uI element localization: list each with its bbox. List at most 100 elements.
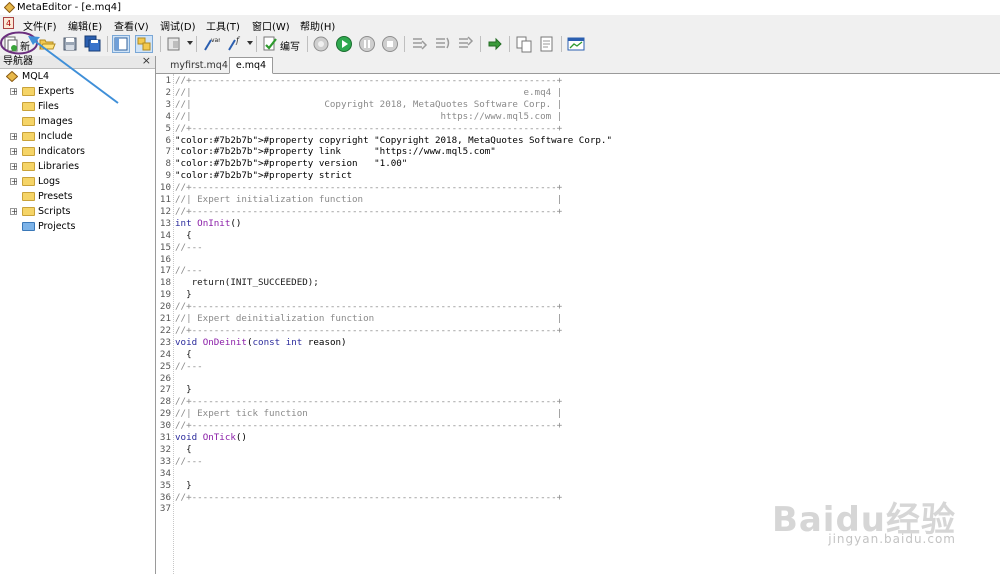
go-to-icon[interactable]: [486, 35, 504, 53]
code-line[interactable]: "color:#7b2b7b">#property link "https://…: [175, 146, 496, 158]
code-line[interactable]: //+-------------------------------------…: [175, 206, 562, 218]
tab-e-mq4[interactable]: e.mq4: [229, 57, 273, 74]
code-line[interactable]: //| Expert initialization function |: [175, 194, 562, 206]
code-line[interactable]: }: [175, 289, 192, 301]
tree-item-indicators[interactable]: + Indicators: [0, 144, 150, 159]
code-line[interactable]: //---: [175, 361, 203, 373]
styler-icon[interactable]: [166, 35, 184, 53]
code-line[interactable]: "color:#7b2b7b">#property version "1.00": [175, 158, 407, 170]
tree-item-presets[interactable]: Presets: [0, 189, 150, 204]
close-icon[interactable]: ×: [142, 55, 151, 67]
line-number: 10: [159, 182, 171, 194]
code-line[interactable]: //| https://www.mql5.com |: [175, 111, 562, 123]
code-line[interactable]: }: [175, 384, 192, 396]
code-line[interactable]: //+-------------------------------------…: [175, 325, 562, 337]
expand-icon[interactable]: +: [10, 88, 18, 96]
code-line[interactable]: //---: [175, 456, 203, 468]
tree-item-images[interactable]: Images: [0, 114, 150, 129]
line-number: 12: [159, 205, 171, 217]
code-line[interactable]: void OnDeinit(const int reason): [175, 337, 347, 349]
code-line[interactable]: "color:#7b2b7b">#property copyright "Cop…: [175, 135, 612, 147]
tree-item-projects[interactable]: Projects: [0, 219, 150, 234]
menu-edit[interactable]: 编辑(E): [68, 18, 102, 33]
tree-item-libraries[interactable]: + Libraries: [0, 159, 150, 174]
code-line[interactable]: //| Copyright 2018, MetaQuotes Software …: [175, 99, 562, 111]
line-number: 11: [159, 194, 171, 205]
line-number: 16: [159, 253, 171, 265]
toolbar-separator: [160, 36, 161, 52]
code-line[interactable]: void OnTick(): [175, 432, 247, 444]
open-folder-icon[interactable]: [38, 35, 56, 53]
navigator-toggle-button[interactable]: [112, 35, 130, 53]
code-line[interactable]: }: [175, 480, 192, 492]
code-line[interactable]: int OnInit(): [175, 218, 241, 230]
code-line[interactable]: //---: [175, 242, 203, 254]
document-icon[interactable]: 4: [3, 17, 14, 29]
code-line[interactable]: {: [175, 444, 192, 456]
line-number: 23: [159, 336, 171, 348]
step-icon[interactable]: [312, 35, 330, 53]
tree-item-logs[interactable]: + Logs: [0, 174, 150, 189]
line-number: 5: [165, 122, 171, 134]
folder-icon: [22, 162, 35, 171]
insert-variable-icon[interactable]: var: [202, 35, 220, 53]
step-over-icon[interactable]: [433, 35, 451, 53]
expand-icon[interactable]: +: [10, 178, 18, 186]
tree-item-include[interactable]: + Include: [0, 129, 150, 144]
menu-window[interactable]: 窗口(W): [252, 18, 290, 33]
code-line[interactable]: //---: [175, 265, 203, 277]
code-line[interactable]: //+-------------------------------------…: [175, 123, 562, 135]
code-line[interactable]: //+-------------------------------------…: [175, 75, 562, 87]
toolbar-separator: [307, 36, 308, 52]
code-line[interactable]: //+-------------------------------------…: [175, 182, 562, 194]
insert-function-icon[interactable]: f: [226, 35, 244, 53]
code-line[interactable]: {: [175, 349, 192, 361]
save-icon[interactable]: [61, 35, 79, 53]
watermark-url: jingyan.baidu.com: [828, 532, 956, 546]
copy-document-icon[interactable]: [515, 35, 533, 53]
code-line[interactable]: //| Expert tick function |: [175, 408, 562, 420]
code-line[interactable]: //| Expert deinitialization function |: [175, 313, 562, 325]
menu-tools[interactable]: 工具(T): [206, 18, 240, 33]
menu-debug[interactable]: 调试(D): [160, 18, 196, 33]
pause-icon[interactable]: [358, 35, 376, 53]
chevron-down-icon[interactable]: [247, 41, 253, 45]
tree-item-experts[interactable]: + Experts: [0, 84, 150, 99]
chevron-down-icon[interactable]: [187, 41, 193, 45]
expand-icon[interactable]: +: [10, 148, 18, 156]
stop-icon[interactable]: [381, 35, 399, 53]
toolbar-separator: [404, 36, 405, 52]
line-number: 24: [159, 348, 171, 360]
expand-icon[interactable]: +: [10, 133, 18, 141]
start-debug-icon[interactable]: [335, 35, 353, 53]
code-line[interactable]: return(INIT_SUCCEEDED);: [175, 277, 319, 289]
code-line[interactable]: //+-------------------------------------…: [175, 420, 562, 432]
toolbox-toggle-button[interactable]: [135, 35, 153, 53]
code-line[interactable]: "color:#7b2b7b">#property strict: [175, 170, 352, 182]
code-line[interactable]: //+-------------------------------------…: [175, 301, 562, 313]
annotation-circle: [0, 31, 38, 55]
expand-icon[interactable]: +: [10, 208, 18, 216]
baidu-jingyan-watermark: Baidu经验 jingyan.baidu.com: [736, 492, 956, 552]
terminal-icon[interactable]: [567, 35, 585, 53]
properties-document-icon[interactable]: [538, 35, 556, 53]
code-line[interactable]: {: [175, 230, 192, 242]
step-out-icon[interactable]: [456, 35, 474, 53]
menu-view[interactable]: 查看(V): [114, 18, 149, 33]
menu-help[interactable]: 帮助(H): [300, 18, 335, 33]
tree-item-scripts[interactable]: + Scripts: [0, 204, 150, 219]
line-number: 17: [159, 265, 171, 277]
line-number: 37: [159, 503, 171, 515]
tree-item-files[interactable]: Files: [0, 99, 150, 114]
step-into-icon[interactable]: [410, 35, 428, 53]
expand-icon[interactable]: +: [10, 163, 18, 171]
code-line[interactable]: //| e.mq4 |: [175, 87, 562, 99]
code-line[interactable]: //+-------------------------------------…: [175, 492, 562, 504]
tree-item-label: Presets: [38, 191, 73, 202]
tab-myfirst[interactable]: myfirst.mq4: [164, 58, 234, 73]
tree-root-mql4[interactable]: MQL4: [4, 69, 154, 84]
save-all-icon[interactable]: [84, 35, 102, 53]
compile-checkmark-icon: [263, 36, 277, 51]
code-line[interactable]: //+-------------------------------------…: [175, 396, 562, 408]
compile-button[interactable]: 编写: [261, 35, 303, 53]
